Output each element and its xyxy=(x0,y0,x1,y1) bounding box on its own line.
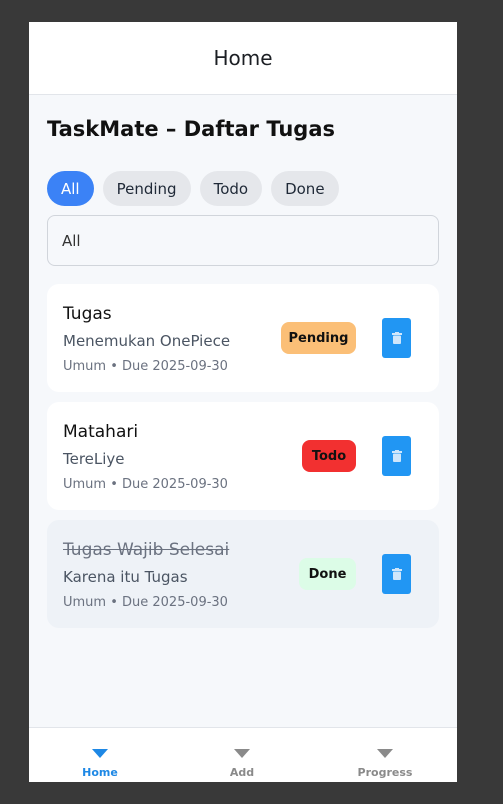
trash-icon xyxy=(391,568,402,580)
nav-item-progress[interactable]: Progress xyxy=(314,728,456,782)
nav-label: Progress xyxy=(357,766,413,779)
nav-label: Home xyxy=(82,766,118,779)
filter-chips: All Pending Todo Done xyxy=(47,171,339,206)
nav-item-home[interactable]: Home xyxy=(29,728,171,782)
filter-dropdown[interactable]: All xyxy=(47,215,439,266)
task-title: Tugas xyxy=(63,304,112,324)
triangle-down-icon xyxy=(377,749,393,758)
task-meta: Umum • Due 2025-09-30 xyxy=(63,477,228,492)
app-screen: Home TaskMate – Daftar Tugas All Pending… xyxy=(29,22,457,782)
task-card[interactable]: Tugas Wajib Selesai Karena itu Tugas Umu… xyxy=(47,520,439,628)
app-bar-title: Home xyxy=(213,46,273,70)
nav-item-add[interactable]: Add xyxy=(171,728,313,782)
filter-dropdown-value: All xyxy=(62,231,81,250)
task-title: Matahari xyxy=(63,422,139,442)
app-bar: Home xyxy=(29,22,457,95)
status-badge: Done xyxy=(299,558,356,590)
task-meta: Umum • Due 2025-09-30 xyxy=(63,595,228,610)
task-description: Karena itu Tugas xyxy=(63,568,188,586)
filter-chip-all[interactable]: All xyxy=(47,171,94,206)
status-badge: Todo xyxy=(302,440,356,472)
task-card[interactable]: Tugas Menemukan OnePiece Umum • Due 2025… xyxy=(47,284,439,392)
delete-button[interactable] xyxy=(382,554,411,594)
delete-button[interactable] xyxy=(382,436,411,476)
filter-chip-todo[interactable]: Todo xyxy=(199,171,263,206)
delete-button[interactable] xyxy=(382,318,411,358)
task-card[interactable]: Matahari TereLiye Umum • Due 2025-09-30 … xyxy=(47,402,439,510)
trash-icon xyxy=(391,450,402,462)
bottom-nav: Home Add Progress xyxy=(29,727,457,782)
triangle-down-icon xyxy=(92,749,108,758)
nav-label: Add xyxy=(229,766,255,779)
task-title: Tugas Wajib Selesai xyxy=(63,540,230,560)
filter-chip-pending[interactable]: Pending xyxy=(102,171,191,206)
status-badge: Pending xyxy=(281,322,356,354)
triangle-down-icon xyxy=(234,749,250,758)
page-title: TaskMate – Daftar Tugas xyxy=(47,117,336,141)
task-description: TereLiye xyxy=(63,450,125,468)
filter-chip-done[interactable]: Done xyxy=(271,171,339,206)
task-description: Menemukan OnePiece xyxy=(63,332,231,350)
task-meta: Umum • Due 2025-09-30 xyxy=(63,359,228,374)
trash-icon xyxy=(391,332,402,344)
